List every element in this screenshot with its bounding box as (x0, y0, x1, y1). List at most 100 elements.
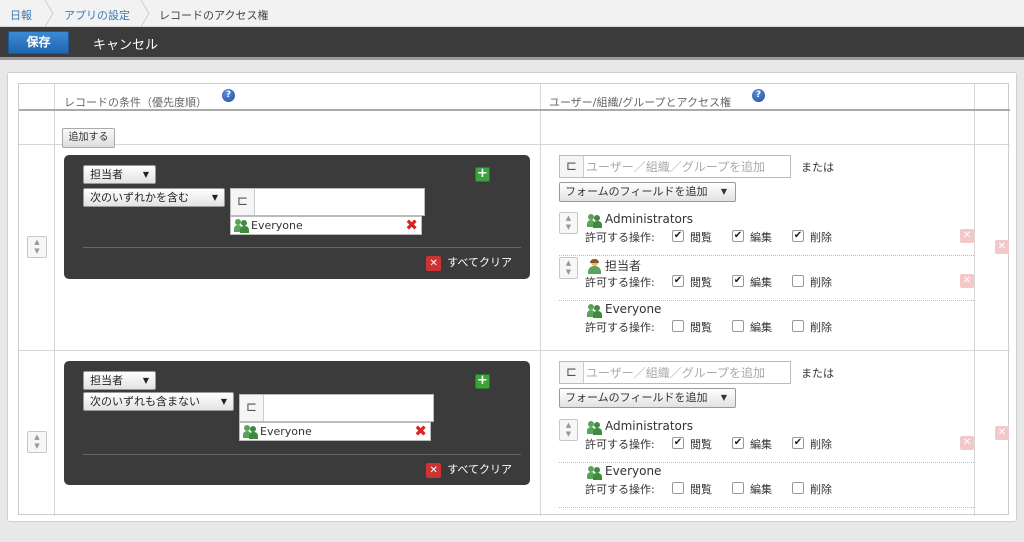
group-icon (587, 304, 603, 318)
view-checkbox[interactable] (672, 482, 684, 494)
entity-name: Administrators (605, 212, 694, 226)
remove-entity-icon[interactable]: ✕ (960, 229, 974, 243)
add-condition-icon[interactable]: + (475, 167, 490, 182)
entity-name: Everyone (605, 302, 662, 316)
edit-checkbox[interactable]: ✔ (732, 437, 744, 449)
entity-name: Administrators (605, 419, 694, 433)
org-tree-icon[interactable]: ⊏ (231, 189, 255, 215)
selected-entity-chip: Everyone ✖ (230, 216, 422, 235)
permission-label: 許可する操作: (585, 483, 655, 496)
user-search-field[interactable] (586, 158, 786, 175)
user-search-input[interactable]: ⊏ (559, 155, 791, 178)
group-icon (587, 421, 603, 435)
caret-down-icon: ▼ (220, 397, 227, 406)
org-tree-icon[interactable]: ⊏ (560, 362, 584, 383)
chip-label: Everyone (260, 425, 312, 438)
reorder-handle-icon[interactable]: ▲ ▼ (27, 236, 47, 258)
save-button[interactable]: 保存 (8, 31, 69, 54)
remove-chip-icon[interactable]: ✖ (405, 218, 418, 233)
view-checkbox[interactable]: ✔ (672, 230, 684, 242)
permission-label: 許可する操作: (585, 321, 655, 334)
toolbar: 保存 キャンセル (0, 27, 1024, 60)
clear-icon: ✕ (426, 255, 442, 271)
delete-rule-icon[interactable]: ✕ (995, 240, 1009, 254)
breadcrumb-separator-icon (44, 0, 54, 27)
delete-checkbox[interactable] (792, 482, 804, 494)
form-field-select[interactable]: フォームのフィールドを追加 ▼ (559, 388, 736, 408)
view-checkbox[interactable]: ✔ (672, 437, 684, 449)
rule-condition-box: 担当者 ▼ 次のいずれかを含む ▼ + ⊏ Everyone ✖ ✕ すべてクリア (64, 155, 530, 279)
org-tree-icon[interactable]: ⊏ (560, 156, 584, 177)
user-search-input[interactable]: ⊏ (559, 361, 791, 384)
caret-down-icon: ▼ (142, 170, 149, 179)
breadcrumb: 日報 アプリの設定 レコードのアクセス権 (0, 0, 1024, 27)
group-icon (587, 214, 603, 228)
breadcrumb-item-current: レコードのアクセス権 (159, 9, 269, 22)
user-search-field[interactable] (586, 364, 786, 381)
help-icon[interactable]: ? (752, 89, 765, 102)
condition-value-picker: ⊏ Everyone ✖ (239, 394, 434, 441)
remove-entity-icon[interactable]: ✕ (960, 274, 974, 288)
add-rule-button[interactable]: 追加する (62, 128, 115, 148)
permission-label: 許可する操作: (585, 438, 655, 451)
permission-row: ▲ ▼ 担当者 許可する操作: ✔ 閲覧 ✔ 編集 削除 ✕ (559, 257, 974, 301)
caret-down-icon: ▼ (720, 187, 727, 196)
condition-value-input[interactable]: ⊏ (239, 394, 434, 422)
reorder-handle-icon[interactable]: ▲ ▼ (559, 212, 578, 234)
edit-checkbox[interactable]: ✔ (732, 230, 744, 242)
cancel-button[interactable]: キャンセル (93, 34, 158, 53)
delete-checkbox[interactable] (792, 320, 804, 332)
delete-checkbox[interactable]: ✔ (792, 230, 804, 242)
breadcrumb-separator-icon (140, 0, 150, 27)
group-icon (234, 219, 250, 233)
remove-entity-icon[interactable]: ✕ (960, 436, 974, 450)
help-icon[interactable]: ? (222, 89, 235, 102)
breadcrumb-item-app[interactable]: 日報 (10, 7, 32, 23)
delete-checkbox[interactable] (792, 275, 804, 287)
remove-chip-icon[interactable]: ✖ (414, 424, 427, 439)
form-field-select[interactable]: フォームのフィールドを追加 ▼ (559, 182, 736, 202)
chip-label: Everyone (251, 219, 303, 232)
selected-entity-chip: Everyone ✖ (239, 422, 431, 441)
caret-down-icon: ▼ (142, 376, 149, 385)
entity-name: Everyone (605, 464, 662, 478)
delete-checkbox[interactable]: ✔ (792, 437, 804, 449)
view-checkbox[interactable]: ✔ (672, 275, 684, 287)
condition-value-input[interactable]: ⊏ (230, 188, 425, 216)
caret-down-icon: ▼ (211, 193, 218, 202)
rule-condition-box: 担当者 ▼ 次のいずれも含まない ▼ + ⊏ Everyone ✖ ✕ すべてクリア (64, 361, 530, 485)
users-column-header: ユーザー/組織/グループとアクセス権 (549, 96, 731, 109)
reorder-handle-icon[interactable]: ▲ ▼ (27, 431, 47, 453)
operator-select[interactable]: 次のいずれかを含む ▼ (83, 188, 225, 207)
view-checkbox[interactable] (672, 320, 684, 332)
caret-down-icon: ▼ (720, 393, 727, 402)
group-icon (243, 425, 259, 439)
field-select[interactable]: 担当者 ▼ (83, 371, 156, 390)
user-icon (587, 259, 602, 274)
or-label: または (801, 161, 834, 174)
field-select[interactable]: 担当者 ▼ (83, 165, 156, 184)
access-rules-table: レコードの条件（優先度順） ? ユーザー/組織/グループとアクセス権 ? 追加す… (18, 83, 1010, 516)
permission-label: 許可する操作: (585, 231, 655, 244)
edit-checkbox[interactable] (732, 482, 744, 494)
permission-row: Everyone 許可する操作: 閲覧 編集 削除 (585, 302, 832, 334)
edit-checkbox[interactable]: ✔ (732, 275, 744, 287)
permission-row: Everyone 許可する操作: 閲覧 編集 削除 (559, 464, 974, 508)
clear-all-button[interactable]: ✕ すべてクリア (426, 255, 512, 271)
clear-all-button[interactable]: ✕ すべてクリア (426, 462, 512, 478)
permission-row: ▲ ▼ Administrators 許可する操作: ✔ 閲覧 ✔ 編集 ✔ 削除 ✕ (559, 212, 974, 256)
breadcrumb-item-app-settings[interactable]: アプリの設定 (64, 7, 130, 23)
add-condition-icon[interactable]: + (475, 374, 490, 389)
permission-label: 許可する操作: (585, 276, 655, 289)
conditions-column-header: レコードの条件（優先度順） (64, 96, 207, 109)
clear-icon: ✕ (426, 462, 442, 478)
org-tree-icon[interactable]: ⊏ (240, 395, 264, 421)
reorder-handle-icon[interactable]: ▲ ▼ (559, 419, 578, 441)
group-icon (587, 466, 603, 480)
entity-name: 担当者 (605, 259, 642, 273)
reorder-handle-icon[interactable]: ▲ ▼ (559, 257, 578, 279)
delete-rule-icon[interactable]: ✕ (995, 426, 1009, 440)
operator-select[interactable]: 次のいずれも含まない ▼ (83, 392, 234, 411)
settings-panel: レコードの条件（優先度順） ? ユーザー/組織/グループとアクセス権 ? 追加す… (7, 72, 1017, 522)
edit-checkbox[interactable] (732, 320, 744, 332)
